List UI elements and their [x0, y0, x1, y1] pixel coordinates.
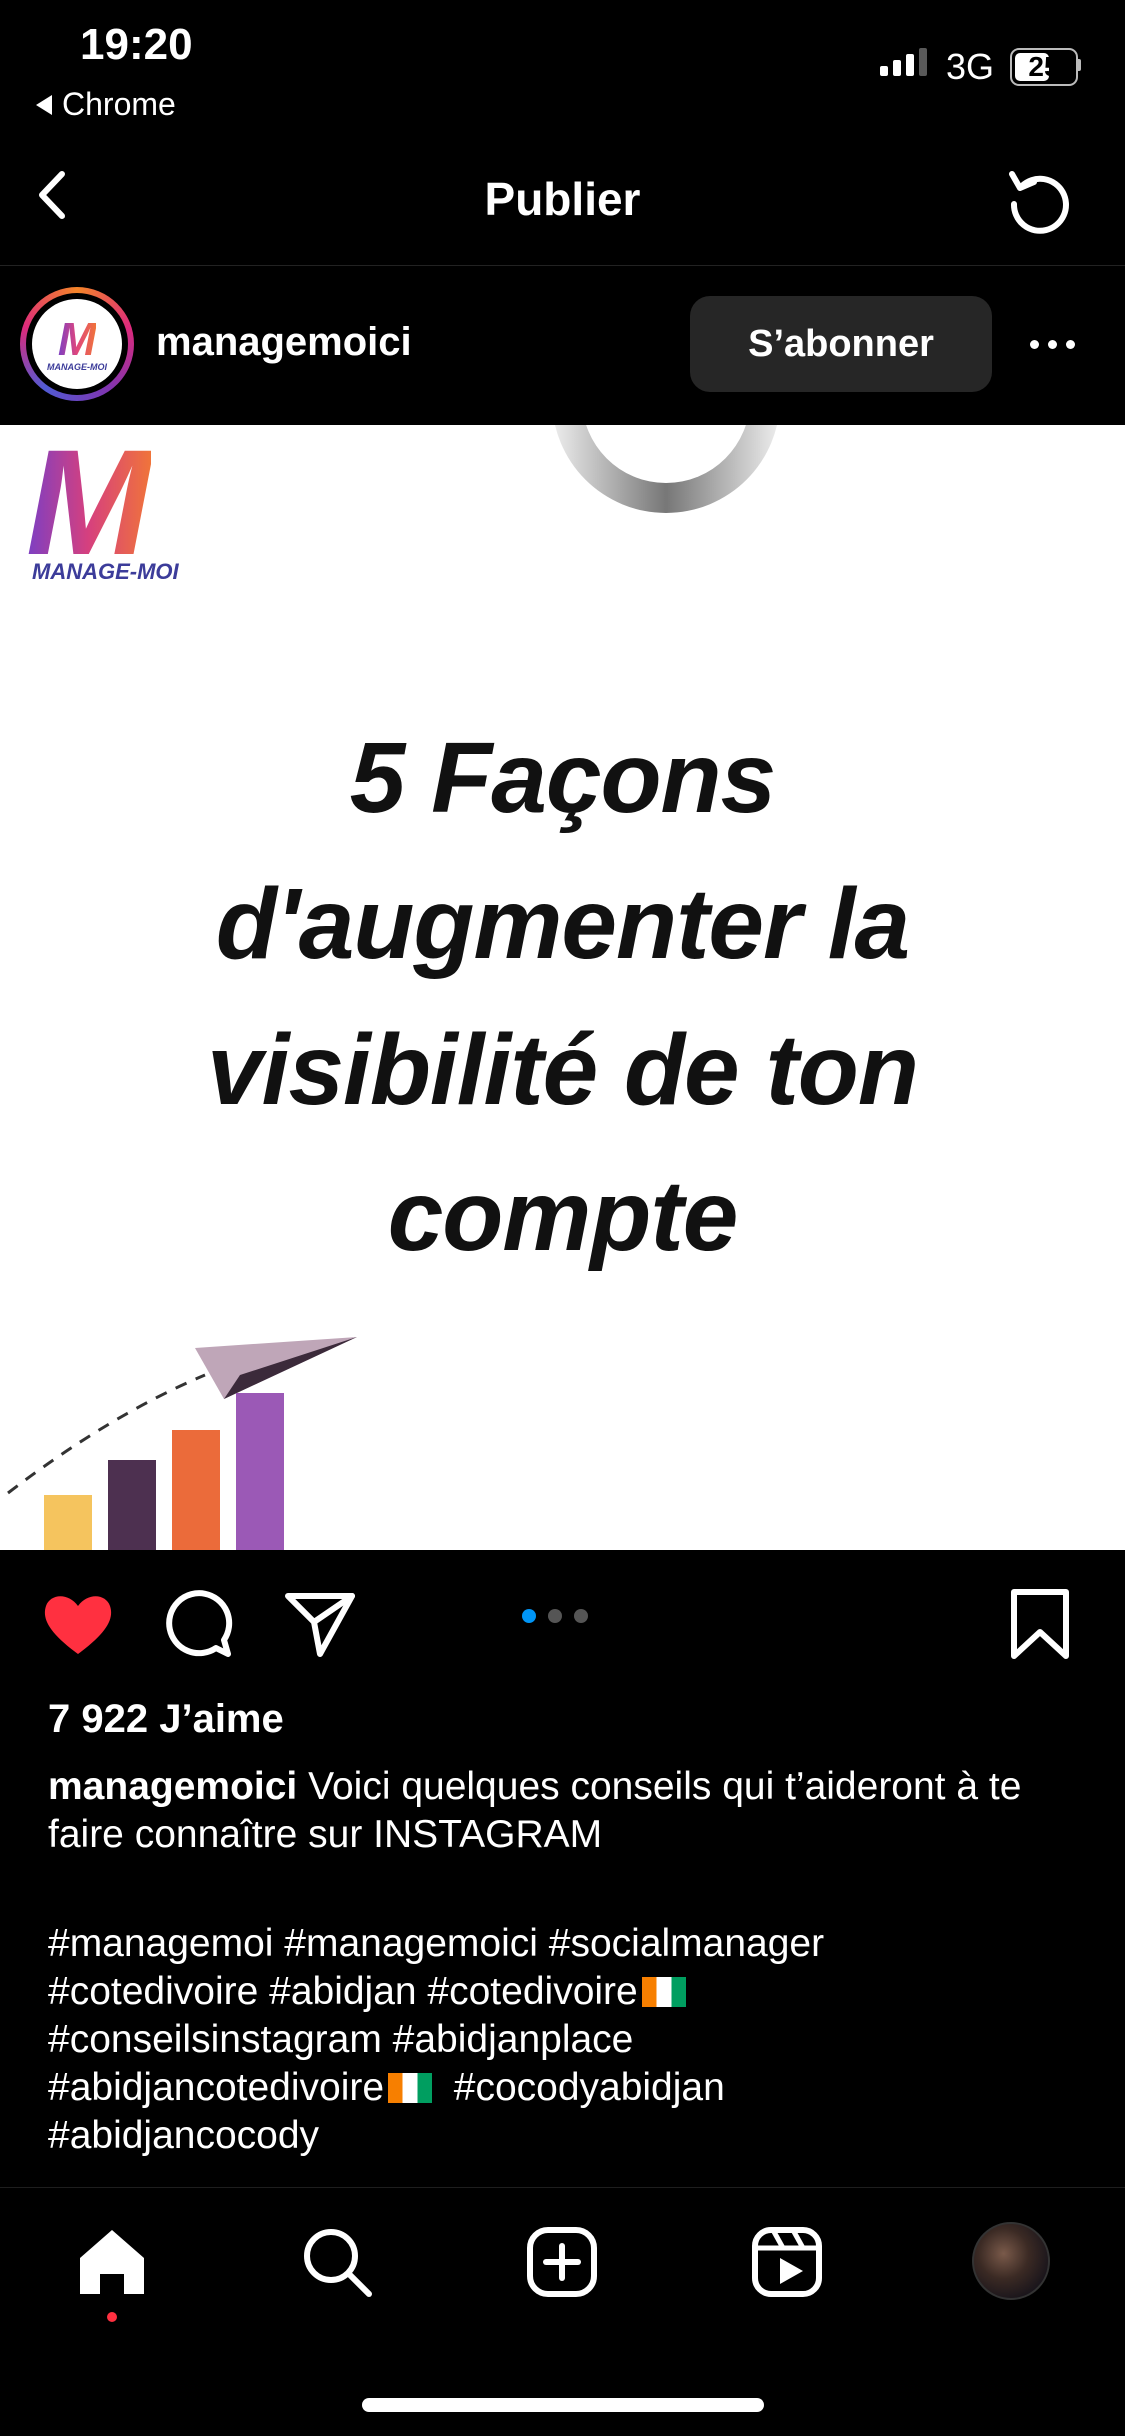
home-indicator: [362, 2398, 764, 2412]
page-title: Publier: [484, 173, 641, 225]
flag-icon: [388, 2073, 433, 2103]
battery-level: 25: [1028, 51, 1060, 82]
post-username[interactable]: managemoici: [156, 320, 412, 365]
home-icon[interactable]: [72, 2222, 152, 2302]
post-headline: 5 Façons d'augmenter la visibilité de to…: [60, 705, 1065, 1289]
battery-tip: [1077, 59, 1081, 71]
hashtag-line[interactable]: #managemoi #managemoici #socialmanager: [48, 1920, 1088, 1968]
brand-logo: M MANAGE-MOI: [26, 425, 179, 586]
decorative-ring: [552, 425, 780, 513]
create-icon[interactable]: [522, 2222, 602, 2302]
bar: [236, 1393, 284, 1550]
caption: managemoici Voici quelques conseils qui …: [48, 1763, 1088, 1859]
tab-bar-divider: [0, 2187, 1125, 2188]
header-divider: [0, 265, 1125, 266]
network-type: 3G: [946, 46, 995, 87]
active-tab-dot: [107, 2312, 117, 2322]
likes-count[interactable]: 7 922 J’aime: [48, 1697, 284, 1742]
headline-line: 5 Façons: [349, 722, 777, 834]
headline-line: compte: [387, 1160, 739, 1272]
back-to-app[interactable]: Chrome: [36, 86, 176, 123]
refresh-icon[interactable]: [1000, 160, 1080, 240]
bar: [172, 1430, 220, 1550]
heart-icon[interactable]: [38, 1584, 118, 1664]
search-icon[interactable]: [297, 2222, 377, 2302]
hashtag-line[interactable]: #cotedivoire #abidjan #cotedivoire: [48, 1968, 1088, 2016]
reels-icon[interactable]: [747, 2222, 827, 2302]
comment-icon[interactable]: [158, 1584, 238, 1664]
carousel-dot: [574, 1609, 588, 1623]
hashtag-line[interactable]: #abidjancotedivoire #cocodyabidjan: [48, 2064, 1088, 2112]
headline-line: visibilité de ton: [207, 1014, 919, 1126]
hashtag-line[interactable]: #conseilsinstagram #abidjanplace: [48, 2016, 1088, 2064]
signal-icon: [880, 48, 927, 76]
bar: [108, 1460, 156, 1550]
back-app-label: Chrome: [62, 86, 176, 122]
hashtags: #managemoi #managemoici #socialmanager #…: [48, 1920, 1088, 2160]
avatar[interactable]: M MANAGE-MOI: [32, 299, 122, 389]
post-image[interactable]: M MANAGE-MOI 5 Façons d'augmenter la vis…: [0, 425, 1125, 1550]
hashtag-line[interactable]: #abidjancocody: [48, 2112, 1088, 2160]
more-horizontal-icon[interactable]: [1030, 340, 1075, 349]
profile-avatar[interactable]: [972, 2222, 1050, 2300]
growth-chart-graphic: [7, 1337, 357, 1550]
avatar-logo-mark: M: [57, 313, 97, 365]
brand-logo-text: MANAGE-MOI: [32, 559, 179, 584]
caption-username[interactable]: managemoici: [48, 1765, 297, 1808]
bookmark-icon[interactable]: [1000, 1584, 1080, 1664]
battery-icon: 25: [1010, 48, 1078, 86]
status-time: 19:20: [80, 20, 193, 69]
carousel-dot: [548, 1609, 562, 1623]
carousel-indicator: [522, 1609, 588, 1623]
follow-button[interactable]: S’abonner: [690, 296, 992, 392]
headline-line: d'augmenter la: [215, 868, 910, 980]
carousel-dot: [522, 1609, 536, 1623]
bar: [44, 1495, 92, 1550]
back-triangle-icon: [36, 94, 52, 115]
share-icon[interactable]: [280, 1584, 360, 1664]
avatar-logo-text: MANAGE-MOI: [47, 362, 107, 372]
flag-icon: [641, 1977, 686, 2007]
